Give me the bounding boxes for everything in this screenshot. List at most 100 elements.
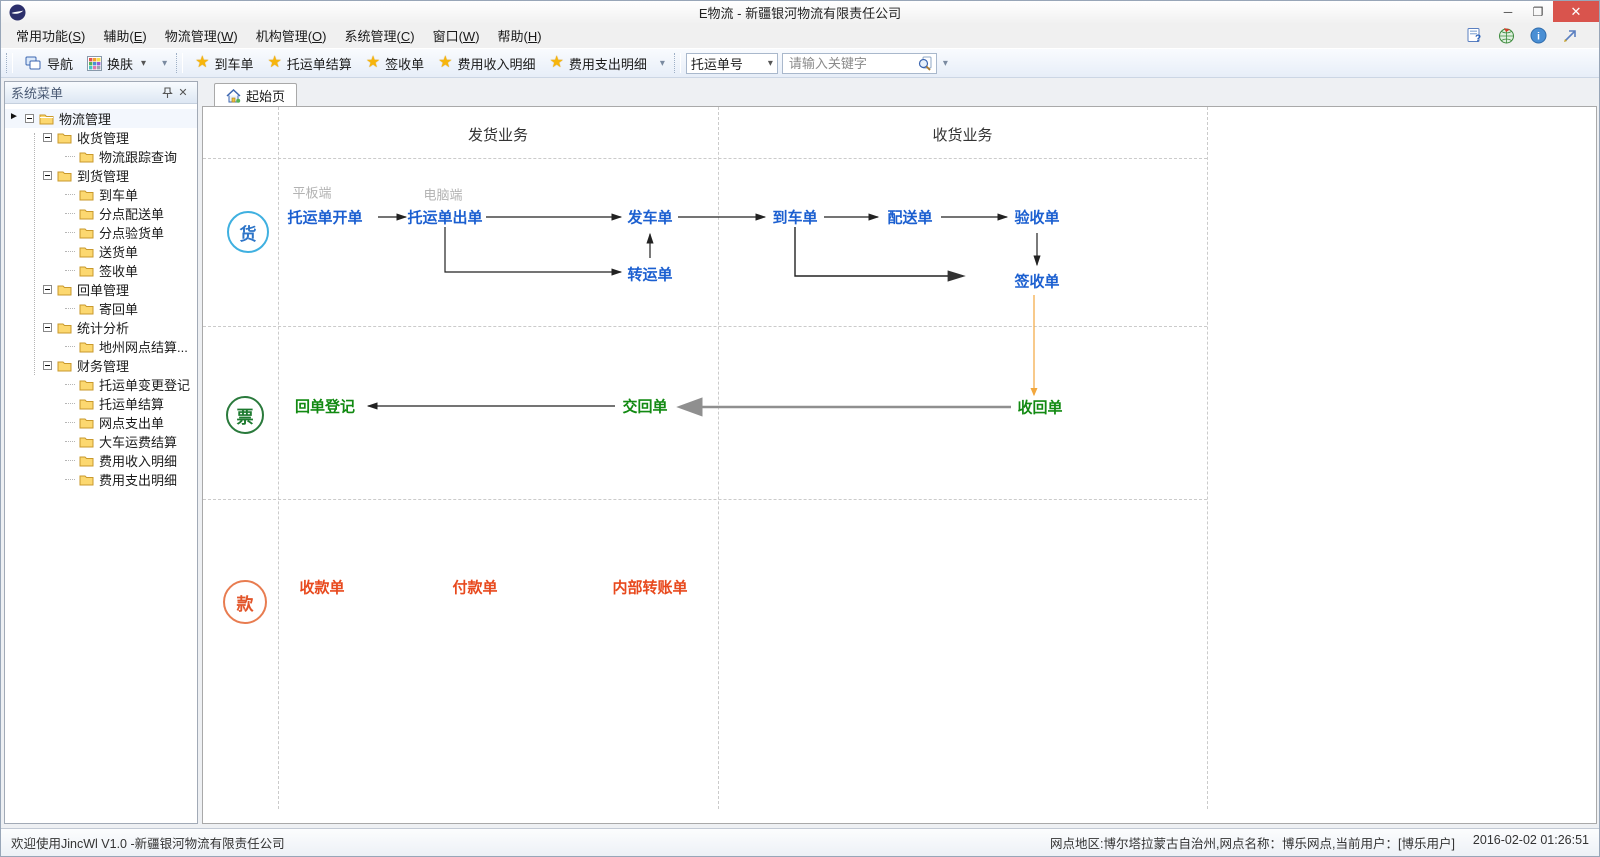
tree-item-income-detail[interactable]: 费用收入明细 — [5, 451, 197, 470]
status-site-info: 网点地区:博尔塔拉蒙古自治州,网点名称：博乐网点,当前用户：[博乐用户] — [1050, 833, 1455, 852]
title-bar: E物流 - 新疆银河物流有限责任公司 ─ ❐ ✕ — [1, 1, 1599, 23]
row-badge-ticket: 票 — [226, 396, 264, 434]
folder-icon — [79, 246, 94, 258]
grid-line — [203, 158, 1207, 159]
exit-icon[interactable] — [1562, 27, 1579, 44]
toolbar-grip[interactable] — [176, 53, 183, 73]
column-header-receiving: 收货业务 — [718, 124, 1207, 145]
close-panel-icon[interactable]: ✕ — [175, 85, 191, 101]
node-consign-create[interactable]: 托运单开单 — [287, 207, 362, 228]
tree-item-consign-settlement[interactable]: 托运单结算 — [5, 394, 197, 413]
expander-icon[interactable] — [43, 133, 52, 142]
tree-item-consign-change-register[interactable]: 托运单变更登记 — [5, 375, 197, 394]
menu-assist[interactable]: 辅助(E) — [94, 23, 155, 48]
node-delivery-order[interactable]: 配送单 — [887, 207, 932, 228]
system-menu-header: 系统菜单 ✕ — [5, 82, 197, 104]
star-icon: ★ — [267, 55, 281, 71]
expander-icon[interactable] — [25, 114, 34, 123]
expander-icon[interactable] — [43, 171, 52, 180]
menu-system-management[interactable]: 系统管理(C) — [336, 23, 424, 48]
search-icon[interactable] — [917, 55, 933, 71]
favorite-expense-detail-button[interactable]: ★费用支出明细 — [543, 51, 654, 76]
node-receipt-register[interactable]: 回单登记 — [295, 396, 355, 417]
menu-organization-management[interactable]: 机构管理(O) — [247, 23, 336, 48]
grid-line — [203, 499, 1207, 500]
navigate-button[interactable]: 导航 — [18, 51, 80, 76]
system-menu-title: 系统菜单 — [11, 83, 159, 102]
help-doc-icon[interactable]: ? — [1466, 27, 1483, 44]
row-badge-money: 款 — [223, 580, 267, 624]
menu-bar: 常用功能(S) 辅助(E) 物流管理(W) 机构管理(O) 系统管理(C) 窗口… — [1, 23, 1599, 48]
column-header-shipping: 发货业务 — [278, 124, 718, 145]
toolbar-overflow-button[interactable]: ▾ — [656, 56, 669, 71]
pin-icon[interactable] — [159, 85, 175, 101]
tree-item-expense-detail[interactable]: 费用支出明细 — [5, 470, 197, 489]
folder-icon — [79, 417, 94, 429]
grid-line — [718, 107, 719, 809]
folder-icon — [57, 170, 72, 182]
node-consign-issue[interactable]: 托运单出单 — [407, 207, 482, 228]
expander-icon[interactable] — [43, 361, 52, 370]
node-arrival-order[interactable]: 到车单 — [772, 207, 817, 228]
restore-button[interactable]: ❐ — [1523, 1, 1553, 22]
grid-line — [278, 107, 279, 809]
minimize-button[interactable]: ─ — [1493, 1, 1523, 22]
menu-common-functions[interactable]: 常用功能(S) — [7, 23, 94, 48]
search-category-value: 托运单号 — [691, 54, 768, 73]
favorite-income-detail-button[interactable]: ★费用收入明细 — [431, 51, 542, 76]
node-payment-in[interactable]: 收款单 — [299, 577, 344, 598]
folder-icon — [39, 113, 54, 125]
toolbar-grip[interactable] — [6, 53, 13, 73]
keyword-search-box — [782, 53, 937, 74]
svg-text:?: ? — [1475, 34, 1481, 45]
node-payment-out[interactable]: 付款单 — [452, 577, 497, 598]
search-input[interactable] — [789, 56, 917, 71]
folder-icon — [79, 303, 94, 315]
favorite-sign-order-button[interactable]: ★签收单 — [359, 51, 431, 76]
color-grid-icon — [87, 56, 102, 71]
expander-icon[interactable] — [43, 285, 52, 294]
folder-icon — [79, 474, 94, 486]
toolbar-grip[interactable] — [674, 53, 681, 73]
toolbar: 导航 换肤 ▾ ▾ ★到车单 ★托运单结算 ★签收单 ★费用收入明细 ★费用支出… — [1, 48, 1599, 78]
node-sign-order[interactable]: 签收单 — [1014, 271, 1059, 292]
status-welcome: 欢迎使用JincWl V1.0 -新疆银河物流有限责任公司 — [11, 833, 285, 852]
globe-icon[interactable] — [1498, 27, 1515, 44]
close-button[interactable]: ✕ — [1553, 1, 1599, 22]
folder-icon — [79, 341, 94, 353]
node-inspection-order[interactable]: 验收单 — [1014, 207, 1059, 228]
toolbar-overflow-button[interactable]: ▾ — [939, 56, 952, 71]
grid-line — [203, 326, 1207, 327]
node-internal-transfer[interactable]: 内部转账单 — [612, 577, 687, 598]
folder-icon — [57, 360, 72, 372]
folder-icon — [57, 322, 72, 334]
tree-item-logistics-management[interactable]: 物流管理 — [5, 109, 197, 128]
folder-icon — [79, 436, 94, 448]
tab-start-page[interactable]: 起始页 — [214, 83, 297, 107]
info-icon[interactable]: i — [1530, 27, 1547, 44]
device-label-tablet: 平板端 — [292, 183, 331, 202]
favorite-consign-settlement-button[interactable]: ★托运单结算 — [260, 51, 358, 76]
node-dispatch-order[interactable]: 发车单 — [627, 207, 672, 228]
folder-icon — [79, 151, 94, 163]
node-receipt-collect[interactable]: 收回单 — [1017, 397, 1062, 418]
folder-icon — [79, 265, 94, 277]
tree-item-truck-freight-settlement[interactable]: 大车运费结算 — [5, 432, 197, 451]
main-area: 起始页 发货业务 收货业务 货 票 款 平板端 电脑端 — [202, 81, 1597, 824]
node-transfer-order[interactable]: 转运单 — [627, 264, 672, 285]
menu-help[interactable]: 帮助(H) — [489, 23, 551, 48]
toolbar-overflow-button[interactable]: ▾ — [158, 56, 171, 71]
change-skin-button[interactable]: 换肤 ▾ — [80, 51, 156, 76]
folder-icon — [79, 189, 94, 201]
tab-strip: 起始页 — [202, 81, 1597, 106]
tree-item-branch-expense-order[interactable]: 网点支出单 — [5, 413, 197, 432]
favorite-arrival-order-button[interactable]: ★到车单 — [188, 51, 260, 76]
selection-arrow-icon: ► — [9, 111, 19, 122]
menu-window[interactable]: 窗口(W) — [424, 23, 489, 48]
node-receipt-submit[interactable]: 交回单 — [622, 396, 667, 417]
expander-icon[interactable] — [43, 323, 52, 332]
search-category-select[interactable]: 托运单号 ▾ — [686, 53, 778, 74]
menu-logistics-management[interactable]: 物流管理(W) — [156, 23, 247, 48]
grid-line — [1207, 107, 1208, 809]
folder-icon — [79, 227, 94, 239]
